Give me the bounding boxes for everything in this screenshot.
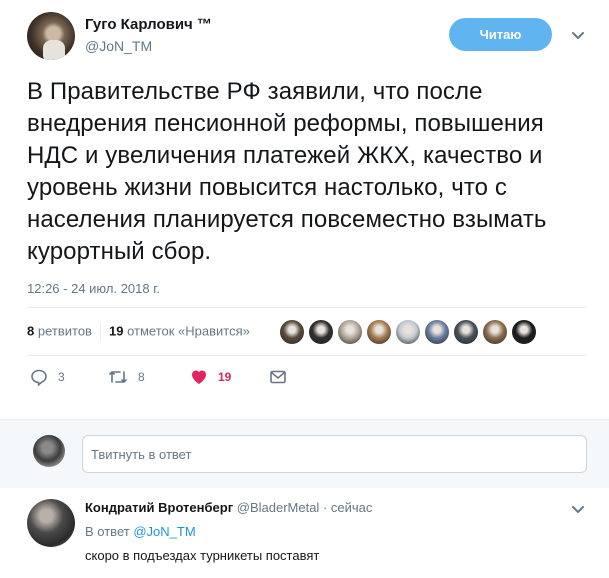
envelope-icon [270, 370, 286, 384]
reply-composer [0, 419, 609, 489]
liker-avatar[interactable] [338, 320, 362, 344]
author-handle[interactable]: @JoN_TM [85, 38, 152, 54]
message-button[interactable] [269, 368, 297, 386]
retweet-button[interactable]: 8 [108, 368, 145, 386]
likes-label: отметок «Нравится» [127, 323, 250, 339]
like-button[interactable]: 19 [190, 368, 231, 386]
divider [27, 307, 587, 308]
author-name[interactable]: Гуго Карлович ™ [85, 16, 212, 33]
tweet-stats: 8 ретвитов 19 отметок «Нравится» [27, 323, 250, 341]
following-button[interactable]: Читаю [449, 18, 552, 51]
chevron-down-icon[interactable] [569, 26, 587, 44]
tweet-actions: 3 8 19 [27, 368, 587, 392]
reply-to-link[interactable]: @JoN_TM [133, 524, 195, 539]
like-count: 19 [218, 370, 232, 384]
tweet-text: В Правительстве РФ заявили, что после вн… [27, 78, 547, 265]
reply-author-name[interactable]: Кондратий Вротенберг [85, 500, 233, 515]
reply-to-line: В ответ @JoN_TM [85, 524, 196, 539]
tweet-card: Гуго Карлович ™ @JoN_TM Читаю В Правител… [0, 0, 609, 418]
liker-avatar[interactable] [512, 320, 536, 344]
retweet-count: 8 [138, 370, 145, 384]
reply-author-avatar[interactable] [27, 499, 75, 547]
liker-avatar[interactable] [425, 320, 449, 344]
liker-avatar[interactable] [454, 320, 478, 344]
retweets-stat[interactable]: 8 ретвитов [27, 323, 92, 338]
retweets-label: ретвитов [37, 323, 92, 339]
liker-avatar[interactable] [367, 320, 391, 344]
user-avatar[interactable] [33, 435, 65, 467]
liker-avatar[interactable] [396, 320, 420, 344]
author-avatar[interactable] [27, 12, 75, 60]
liker-avatar[interactable] [309, 320, 333, 344]
likes-count: 19 [108, 323, 124, 339]
tweet-timestamp[interactable]: 12:26 - 24 июл. 2018 г. [27, 281, 160, 296]
retweets-count: 8 [27, 323, 35, 339]
likes-stat[interactable]: 19 отметок «Нравится» [109, 323, 250, 338]
liker-avatar[interactable] [280, 320, 304, 344]
reply-count: 3 [58, 370, 65, 384]
reply-header: Кондратий Вротенберг @BladerMetal · сейч… [85, 500, 372, 515]
stats-separator [99, 323, 101, 341]
reply-input[interactable] [82, 435, 587, 473]
reply-time[interactable]: · сейчас [323, 500, 372, 515]
likers-avatars [280, 320, 541, 344]
heart-icon [192, 370, 206, 384]
reply-icon [31, 369, 47, 386]
reply-to-prefix: В ответ [85, 524, 130, 539]
reply-text: скоро в подъездах турникеты поставят [85, 548, 320, 563]
reply-button[interactable]: 3 [30, 368, 65, 386]
retweet-icon [109, 371, 127, 383]
reply-tweet[interactable]: Кондратий Вротенберг @BladerMetal · сейч… [0, 488, 609, 578]
divider [27, 355, 587, 356]
reply-author-handle[interactable]: @BladerMetal [237, 500, 320, 515]
liker-avatar[interactable] [483, 320, 507, 344]
chevron-down-icon[interactable] [569, 500, 587, 518]
